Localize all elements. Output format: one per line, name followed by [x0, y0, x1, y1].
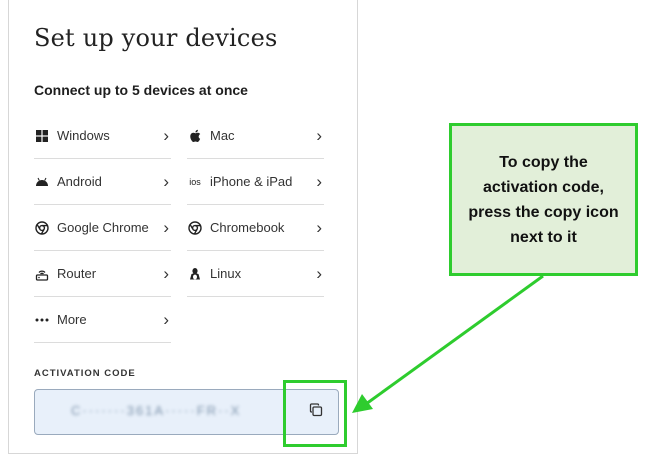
annotation-arrow [352, 274, 544, 413]
